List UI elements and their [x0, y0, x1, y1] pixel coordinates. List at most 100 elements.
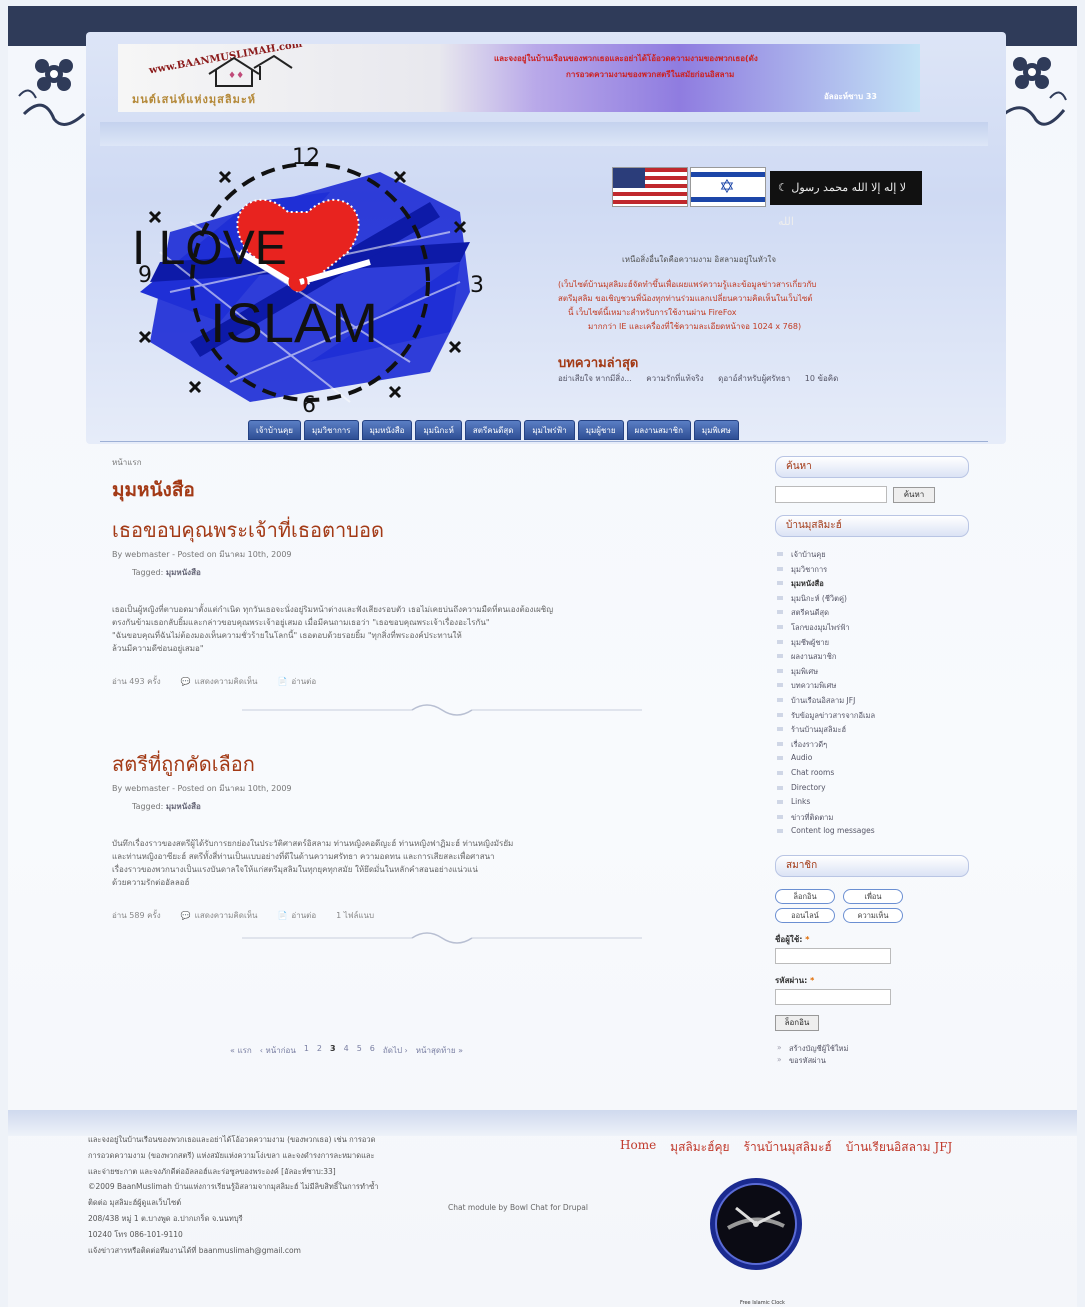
post-meta: By webmaster - Posted on มีนาคม 10th, 20… — [112, 784, 292, 793]
pager-page[interactable]: 6 — [370, 1044, 375, 1057]
footer-link-shop[interactable]: ร้านบ้านมุสลิมะฮ์ — [744, 1138, 832, 1157]
nav-divider — [100, 441, 988, 442]
sidebar-menu-item[interactable]: Audio — [775, 753, 975, 768]
sidebar-menu-item-active[interactable]: มุมหนังสือ — [775, 578, 975, 593]
nav-item-best-women[interactable]: สตรีคนดีสุด — [464, 420, 522, 440]
sidebar-menu-item[interactable]: ข่าวที่ติดตาม — [775, 812, 975, 827]
clock-numeral-6: 6 — [302, 393, 316, 414]
footer-link-home[interactable]: Home — [620, 1138, 656, 1157]
footer-link-muslimah-talk[interactable]: มุสลิมะฮ์คุย — [670, 1138, 729, 1157]
pager-prev[interactable]: ‹ หน้าก่อน — [260, 1044, 296, 1057]
header-quote: เหนือสิ่งอื่นใดคือความงาม อิสลามอยู่ในหั… — [622, 255, 777, 264]
sidebar-menu-item[interactable]: Directory — [775, 783, 975, 798]
pager-page[interactable]: 5 — [357, 1044, 362, 1057]
sidebar-menu-item[interactable]: มุมชีพผู้ชาย — [775, 637, 975, 652]
sidebar-menu-item[interactable]: สตรีคนดีสุด — [775, 607, 975, 622]
post-tags: Tagged: มุมหนังสือ — [132, 566, 732, 579]
nav-item-academic[interactable]: มุมวิชาการ — [304, 420, 359, 440]
post-title[interactable]: สตรีที่ถูกคัดเลือก — [112, 748, 732, 780]
post-tag-link[interactable]: มุมหนังสือ — [166, 802, 201, 811]
footer-line: แจ้งข่าวสารหรือติดต่อทีมงานได้ที่ baanmu… — [88, 1245, 301, 1255]
chat-module-credit[interactable]: Chat module by Bowl Chat for Drupal — [448, 1203, 588, 1212]
page-title: มุมหนังสือ — [112, 479, 195, 501]
username-field[interactable] — [775, 947, 891, 964]
nav-item-special[interactable]: มุมพิเศษ — [693, 420, 739, 440]
login-button[interactable]: ล็อกอิน — [775, 1014, 819, 1031]
sidebar-menu-item[interactable]: มุมพิเศษ — [775, 666, 975, 681]
attachment-count[interactable]: 1 ไฟล์แนบ — [336, 909, 374, 922]
comment-link[interactable]: 💬 แสดงความคิดเห็น — [181, 675, 258, 688]
tab-friends[interactable]: เพื่อน — [843, 888, 903, 904]
site-banner[interactable]: www.BAANMUSLIMAH.com ♦♦ มนต์เสน่ห์แห่งมุ… — [118, 44, 920, 112]
post-tags: Tagged: มุมหนังสือ — [132, 800, 732, 813]
password-label: รหัสผ่าน: * — [775, 975, 815, 985]
breadcrumb[interactable]: หน้าแรก — [112, 456, 732, 469]
post-title[interactable]: เธอขอบคุณพระเจ้าที่เธอตาบอด — [112, 514, 732, 546]
banner-site-tagline: มนต์เสน่ห์แห่งมุสลิมะห์ — [132, 93, 256, 106]
sidebar-menu-item[interactable]: มุมนิกะห์ (ชีวิตคู่) — [775, 593, 975, 608]
tab-comments[interactable]: ความเห็น — [843, 907, 903, 923]
post-item: สตรีที่ถูกคัดเลือก By webmaster - Posted… — [112, 748, 732, 922]
footer-line: และจงอยู่ในบ้านเรือนของพวกเธอและอย่าได้โ… — [88, 1135, 376, 1144]
read-more-label: อ่านต่อ — [291, 911, 317, 920]
sidebar-menu-item[interactable]: เจ้าบ้านคุย — [775, 549, 975, 564]
svg-text:♦♦: ♦♦ — [228, 71, 244, 81]
sidebar-menu-item[interactable]: ผลงานสมาชิก — [775, 651, 975, 666]
read-more-link[interactable]: 📄 อ่านต่อ — [277, 675, 316, 688]
read-more-link[interactable]: 📄 อ่านต่อ — [277, 909, 316, 922]
israel-flag-icon: ✡ — [690, 167, 766, 207]
i-love-islam-logo[interactable]: I LOVE ISLAM 12 3 6 9 — [130, 142, 490, 414]
sidebar-menu-item[interactable]: มุมวิชาการ — [775, 564, 975, 579]
main-content: หน้าแรก มุมหนังสือ เธอขอบคุณพระเจ้าที่เธ… — [112, 456, 732, 944]
tab-online[interactable]: ออนไลน์ — [775, 907, 835, 923]
footer-link-school[interactable]: บ้านเรียนอิสลาม JFJ — [846, 1138, 953, 1157]
read-more-icon: 📄 — [277, 677, 288, 686]
shahada-flag-icon: ☾ لا إله إلا الله محمد رسول الله — [770, 171, 922, 228]
post-divider — [242, 932, 642, 944]
latest-article-link[interactable]: ความรักที่แท้จริง — [646, 374, 703, 383]
search-button[interactable]: ค้นหา — [893, 486, 935, 503]
sidebar-menu-item[interactable]: รับข้อมูลข่าวสารจากอีเมล — [775, 710, 975, 725]
pager-page[interactable]: 4 — [344, 1044, 349, 1057]
latest-article-link[interactable]: ดุอาอ์สำหรับผู้ศรัทธา — [718, 374, 790, 383]
nav-item-men[interactable]: มุมผู้ชาย — [577, 420, 624, 440]
search-input[interactable] — [775, 486, 887, 503]
site-notice: (เว็บไซต์บ้านมุสลิมะฮ์จัดทำขึ้นเพื่อเผยแ… — [558, 278, 968, 334]
footer-line: 10240 โทร 086-101-9110 — [88, 1229, 183, 1239]
password-field[interactable] — [775, 988, 891, 1005]
pager-first[interactable]: « แรก — [230, 1044, 252, 1057]
comment-link[interactable]: 💬 แสดงความคิดเห็น — [181, 909, 258, 922]
nav-item-books[interactable]: มุมหนังสือ — [361, 420, 413, 440]
footer-line: และจ่ายซะกาต และจงภักดีต่ออัลลอฮ์และร่อซ… — [88, 1166, 336, 1176]
islamic-clock-widget[interactable] — [708, 1176, 804, 1272]
sidebar-menu-item[interactable]: Chat rooms — [775, 768, 975, 783]
post-body-line: ตรงกันข้ามเธอกลับยิ้มและกล่าวขอบคุณพระเจ… — [112, 618, 490, 627]
nav-item-nikah[interactable]: มุมนิกะห์ — [415, 420, 462, 440]
nav-item-member-works[interactable]: ผลงานสมาชิก — [626, 420, 691, 440]
sidebar-menu-item[interactable]: บ้านเรือนอิสลาม JFJ — [775, 695, 975, 710]
sidebar-menu-item[interactable]: บทความพิเศษ — [775, 680, 975, 695]
sidebar-menu-item[interactable]: Links — [775, 797, 975, 812]
post-tag-link[interactable]: มุมหนังสือ — [166, 568, 201, 577]
create-account-link[interactable]: สร้างบัญชีผู้ใช้ใหม่ — [775, 1043, 975, 1055]
pager-last[interactable]: หน้าสุดท้าย » — [416, 1044, 463, 1057]
notice-line: สตรีมุสลิม ขอเชิญชวนพี่น้องทุกท่านร่วมแล… — [558, 294, 813, 303]
clock-caption: Free Islamic Clock — [740, 1300, 785, 1306]
banner-verse-ref: อัลอะห์ซาบ 33 — [824, 92, 877, 101]
nav-item-host-talk[interactable]: เจ้าบ้านคุย — [248, 420, 301, 440]
pager-next[interactable]: ถัดไป › — [383, 1044, 408, 1057]
floral-ornament-left — [18, 59, 86, 126]
sidebar-menu-item[interactable]: เรื่องราวดีๆ — [775, 739, 975, 754]
nav-item-public[interactable]: มุมไพร่ฟ้า — [524, 420, 575, 440]
pager-page[interactable]: 1 — [304, 1044, 309, 1057]
tags-label: Tagged: — [132, 802, 164, 811]
read-more-icon: 📄 — [277, 911, 288, 920]
request-password-link[interactable]: ขอรหัสผ่าน — [775, 1055, 975, 1067]
latest-article-link[interactable]: อย่าเสียใจ หากมีสิ่ง... — [558, 374, 632, 383]
tab-login[interactable]: ล็อกอิน — [775, 888, 835, 904]
pager-page[interactable]: 2 — [317, 1044, 322, 1057]
sidebar-menu-item[interactable]: Content log messages — [775, 826, 975, 841]
latest-article-link[interactable]: 10 ข้อคิด — [805, 374, 839, 383]
sidebar-menu-item[interactable]: ร้านบ้านมุสลิมะฮ์ — [775, 724, 975, 739]
sidebar-menu-item[interactable]: โลกของมุมไพร่ฟ้า — [775, 622, 975, 637]
